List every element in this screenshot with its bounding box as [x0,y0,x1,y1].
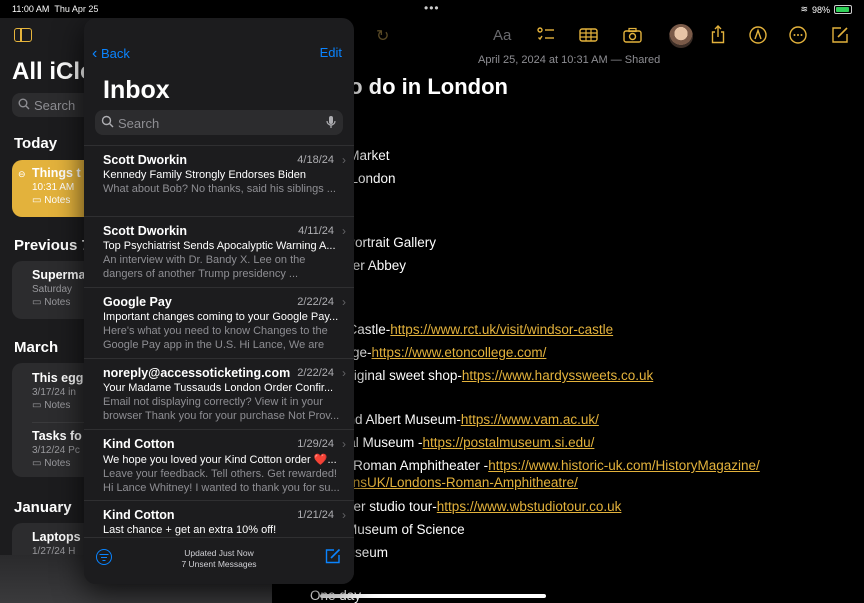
home-indicator[interactable] [320,594,546,598]
link[interactable]: https://www.historic-uk.com/HistoryMagaz… [488,458,760,473]
search-icon [101,115,114,128]
mail-search-input[interactable]: Search [95,110,343,135]
message-list: Scott Dworkin 4/18/24 › Kennedy Family S… [84,145,354,537]
more-options-icon[interactable] [789,26,807,44]
battery-icon [834,5,852,14]
chevron-right-icon: › [342,508,346,522]
status-right: ≋ 98% [800,4,852,15]
section-january: January [14,499,72,516]
wifi-icon: ≋ [800,4,808,14]
folder-title: All iClo [12,58,95,85]
mail-popover: ‹ Back Edit Inbox Search Scott Dworkin 4… [84,18,354,584]
mail-footer: Updated Just Now 7 Unsent Messages [84,537,354,584]
share-icon[interactable] [711,25,725,44]
link[interactable]: https://www.hardyssweets.co.uk [462,368,653,383]
format-text-icon[interactable]: Aa [493,27,511,44]
message-row[interactable]: Scott Dworkin 4/18/24 › Kennedy Family S… [84,145,354,216]
section-march: March [14,339,59,356]
collaborator-avatar[interactable] [669,24,693,48]
battery-percent: 98% [811,4,830,15]
note-line[interactable]: rdy's original sweet shop-https://www.ha… [310,368,653,383]
chevron-right-icon: › [342,153,346,167]
chevron-left-icon: ‹ [92,45,98,62]
status-time: 11:00 AM Thu Apr 25 [12,4,99,14]
checklist-icon[interactable] [537,27,555,43]
chevron-right-icon: › [342,224,346,238]
back-button[interactable]: ‹ Back [92,45,130,63]
table-icon[interactable] [579,28,598,42]
chevron-right-icon: › [342,437,346,451]
multitasking-dots-icon[interactable]: ••• [424,1,440,15]
message-row[interactable]: Google Pay 2/22/24 › Important changes c… [84,287,354,358]
link[interactable]: https://www.wbstudiotour.co.uk [437,499,622,514]
message-row[interactable]: Kind Cotton 1/29/24 › We hope you loved … [84,429,354,500]
status-bar: 11:00 AM Thu Apr 25 ••• ≋ 98% [0,0,864,18]
compose-mail-icon[interactable] [325,548,341,564]
message-row[interactable]: Kind Cotton 1/21/24 › Last chance + get … [84,500,354,537]
link[interactable]: https://www.vam.ac.uk/ [461,412,599,427]
redo-icon[interactable]: ↻ [376,26,389,46]
note-line[interactable]: ndsor Castle-https://www.rct.uk/visit/wi… [310,322,613,337]
sidebar-toggle-icon[interactable] [14,28,32,42]
note-meta: April 25, 2024 at 10:31 AM — Shared [478,54,661,66]
mailbox-title: Inbox [103,76,170,104]
link[interactable]: https://postalmuseum.si.edu/ [423,435,595,450]
sync-status: Updated Just Now 7 Unsent Messages [181,548,257,569]
section-previous-7: Previous 7 [14,237,90,254]
section-today: Today [14,135,58,152]
message-row[interactable]: noreply@accessoticketing.com 2/22/24 › Y… [84,358,354,429]
note-line[interactable]: rry Potter studio tour-https://www.wbstu… [310,499,621,514]
camera-icon[interactable] [623,27,642,43]
link[interactable]: https://www.rct.uk/visit/windsor-castle [390,322,613,337]
search-icon [18,98,30,110]
note-line[interactable]: ndon's Roman Amphitheater -https://www.h… [310,458,760,473]
microphone-icon[interactable] [326,115,336,129]
chevron-right-icon: › [342,366,346,380]
markup-pen-icon[interactable] [749,26,767,44]
link[interactable]: https://www.etoncollege.com/ [372,345,547,360]
message-row[interactable]: Scott Dworkin 4/11/24 › Top Psychiatrist… [84,216,354,287]
chevron-right-icon: › [342,295,346,309]
shared-icon: ⊖ [18,169,26,179]
compose-note-icon[interactable] [831,26,849,44]
edit-button[interactable]: Edit [320,45,342,60]
